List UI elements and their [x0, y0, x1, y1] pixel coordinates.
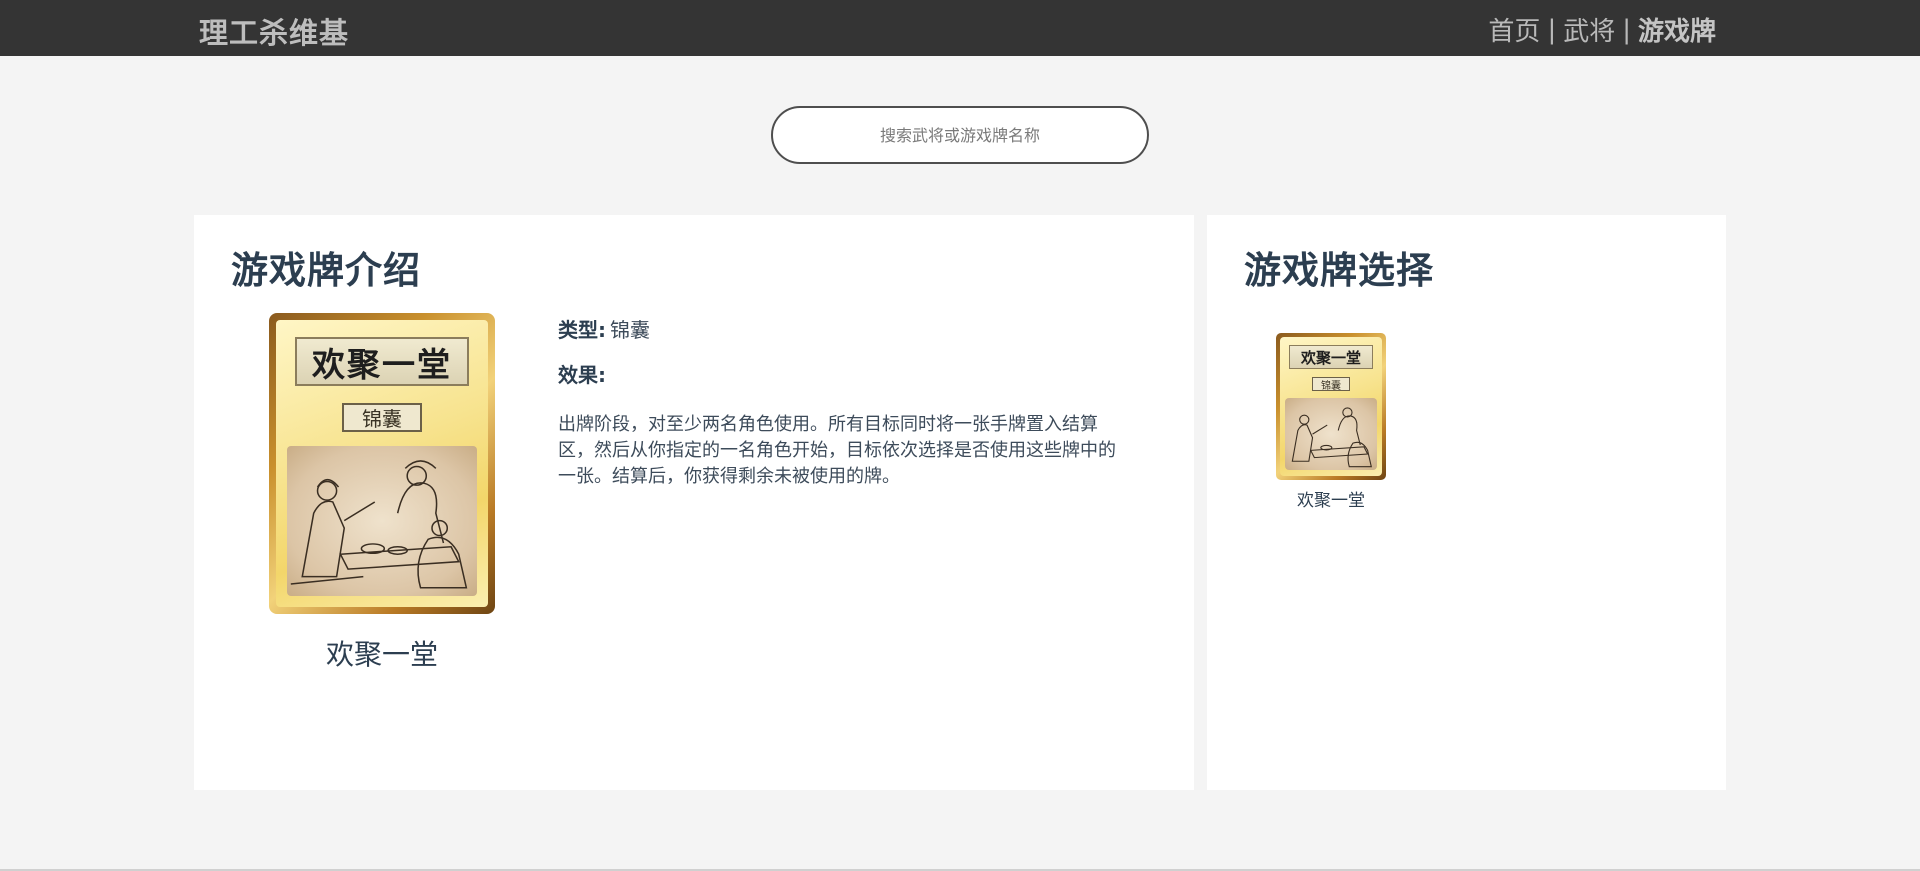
- card-art-type: 锦囊: [1311, 377, 1351, 392]
- card-name-caption: 欢聚一堂: [325, 638, 438, 671]
- card-type-label: 类型:: [558, 318, 606, 342]
- site-logo[interactable]: 理工杀维基: [199, 10, 349, 52]
- card-effect-row: 效果:: [558, 359, 1128, 388]
- nav-link-home[interactable]: 首页: [1488, 11, 1540, 48]
- card-face: 欢聚一堂 锦囊: [1280, 337, 1382, 476]
- search-bar: [771, 106, 1149, 164]
- card-effect-label: 效果:: [558, 363, 606, 387]
- card-select-panel: 游戏牌选择 欢聚一堂 锦囊 欢聚一堂: [1207, 215, 1726, 790]
- intro-panel-title: 游戏牌介绍: [231, 249, 421, 292]
- card-thumbnail-caption[interactable]: 欢聚一堂: [1261, 486, 1401, 511]
- card-thumbnail[interactable]: 欢聚一堂 锦囊: [1276, 333, 1386, 480]
- card-info: 类型: 锦囊 效果: 出牌阶段，对至少两名角色使用。所有目标同时将一张手牌置入结…: [558, 314, 1128, 490]
- card-art-type: 锦囊: [341, 403, 423, 432]
- card-art-title: 欢聚一堂: [295, 337, 469, 386]
- card-art-title: 欢聚一堂: [1289, 345, 1373, 369]
- top-navbar: 理工杀维基 首页 | 武将 | 游戏牌: [0, 0, 1920, 56]
- card-intro-panel: 游戏牌介绍 欢聚一堂 锦囊 欢聚一堂 类型: 锦囊 效果: 出牌阶段，对至少两名…: [194, 215, 1194, 790]
- nav-separator: |: [1622, 14, 1631, 45]
- main-nav: 首页 | 武将 | 游戏牌: [1488, 11, 1716, 48]
- card-illustration: [1285, 398, 1377, 471]
- card-type-row: 类型: 锦囊: [558, 314, 1128, 343]
- card-image-large: 欢聚一堂 锦囊: [269, 313, 495, 614]
- nav-separator: |: [1547, 14, 1557, 45]
- card-type-value: 锦囊: [610, 318, 650, 342]
- select-panel-title: 游戏牌选择: [1244, 249, 1434, 292]
- card-effect-text: 出牌阶段，对至少两名角色使用。所有目标同时将一张手牌置入结算区，然后从你指定的一…: [558, 414, 1116, 487]
- nav-link-generals[interactable]: 武将: [1563, 11, 1615, 48]
- search-input[interactable]: [771, 106, 1149, 164]
- card-face: 欢聚一堂 锦囊: [276, 320, 488, 607]
- card-illustration: [286, 446, 478, 596]
- nav-link-cards[interactable]: 游戏牌: [1638, 11, 1716, 48]
